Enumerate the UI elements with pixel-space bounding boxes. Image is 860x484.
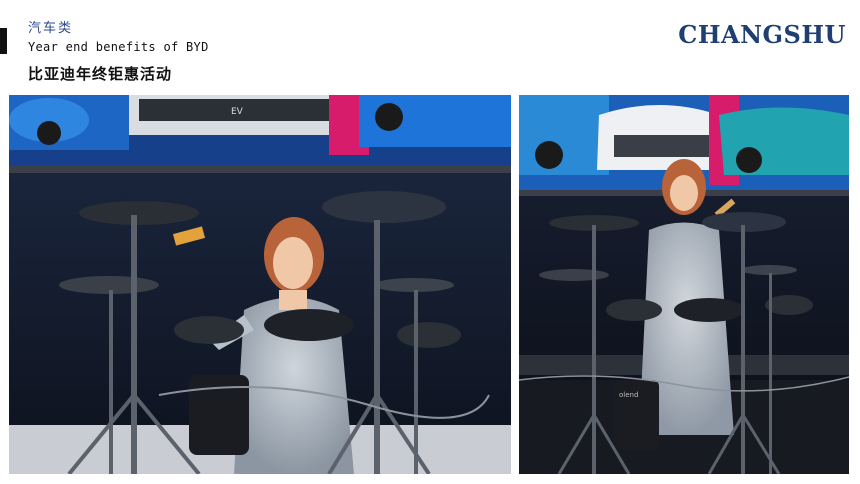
accent-bar	[0, 28, 7, 54]
screen-badge: EV	[231, 107, 244, 117]
page-title: 比亚迪年终钜惠活动	[28, 65, 173, 83]
event-photo-left: EV	[9, 95, 511, 474]
drum-brand: olend	[619, 391, 638, 399]
category-label: 汽车类	[28, 21, 74, 36]
brand-logo: CHANGSHU	[678, 20, 846, 49]
subtitle-english: Year end benefits of BYD	[28, 40, 209, 54]
event-photo-right: olend	[519, 95, 849, 474]
